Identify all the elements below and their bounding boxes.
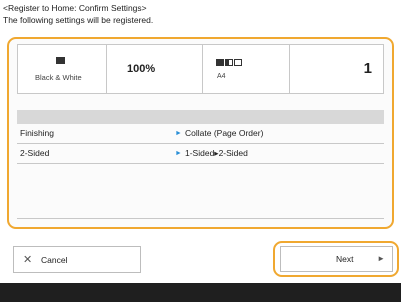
black-white-icon: [56, 57, 65, 64]
setting-label: 2-Sided: [20, 148, 50, 158]
arrow-right-icon: ►: [175, 130, 182, 137]
close-icon: ✕: [23, 254, 33, 266]
next-button-focus-ring: Next ►: [273, 241, 399, 277]
setting-label: Finishing: [20, 128, 55, 138]
paper-size-label: A4: [217, 73, 226, 80]
list-item: 2-Sided ► 1-Sided▸2-Sided: [17, 144, 384, 164]
paper-cell: A4: [203, 45, 290, 93]
status-bar: [0, 283, 401, 302]
settings-panel: Black & White 100% A4 1 Finishing ► Coll…: [7, 37, 394, 229]
settings-summary: Black & White 100% A4 1: [17, 44, 384, 94]
list-item: Finishing ► Collate (Page Order): [17, 124, 384, 144]
copies-cell: 1: [290, 45, 383, 93]
setting-value: 1-Sided▸2-Sided: [185, 148, 248, 158]
title-line-2: The following settings will be registere…: [3, 15, 154, 25]
paper-source-icon: [216, 59, 242, 66]
arrow-right-icon: ►: [377, 254, 385, 263]
cancel-label: Cancel: [41, 255, 68, 265]
title-line-1: <Register to Home: Confirm Settings>: [3, 3, 147, 13]
settings-list: Finishing ► Collate (Page Order) 2-Sided…: [17, 124, 384, 164]
copy-ratio: 100%: [127, 63, 156, 75]
cancel-button[interactable]: ✕ Cancel: [13, 246, 141, 273]
list-bottom-divider: [17, 218, 384, 219]
color-mode-label: Black & White: [35, 73, 82, 82]
color-mode-cell: Black & White: [18, 45, 107, 93]
ratio-cell: 100%: [107, 45, 203, 93]
page-title: <Register to Home: Confirm Settings> The …: [3, 2, 153, 26]
next-button[interactable]: Next ►: [280, 246, 393, 272]
next-label: Next: [336, 254, 354, 264]
list-header-bar: [17, 110, 384, 124]
setting-value: Collate (Page Order): [185, 128, 264, 138]
copies-count: 1: [363, 60, 372, 77]
arrow-right-icon: ►: [175, 150, 182, 157]
